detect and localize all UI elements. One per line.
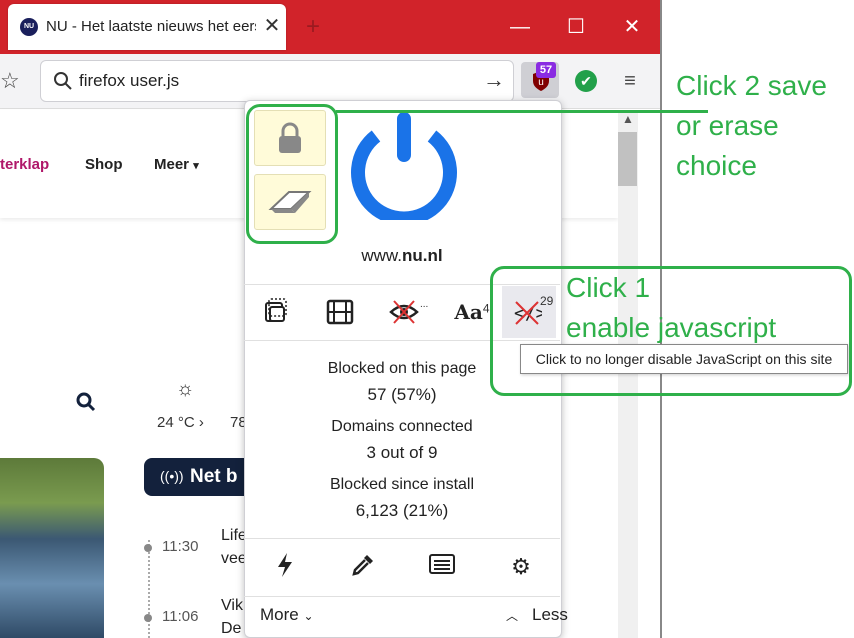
- eye-crossed-icon: ...: [389, 299, 428, 324]
- power-switch-icon[interactable]: [346, 110, 462, 220]
- timeline-line: [148, 540, 150, 638]
- nav-item[interactable]: terklap: [0, 156, 49, 173]
- browser-tab[interactable]: NU NU - Het laatste nieuws het eerst op …: [8, 4, 286, 50]
- annotation-line: or erase: [676, 110, 779, 141]
- annotation-click2: Click 2 save or erase choice: [676, 66, 827, 186]
- ublock-badge-count: 57: [536, 62, 556, 78]
- news-image[interactable]: [0, 458, 104, 638]
- lightning-icon[interactable]: [270, 552, 300, 582]
- annotation-connector: [336, 110, 708, 113]
- annotation-line: Click 1: [566, 272, 651, 303]
- more-button[interactable]: More ⌄: [260, 605, 314, 625]
- go-arrow-icon[interactable]: →: [481, 67, 507, 93]
- zap-icon: [278, 553, 292, 577]
- tab-title: NU - Het laatste nieuws het eerst op NU.…: [46, 18, 256, 35]
- headline[interactable]: vee: [221, 550, 247, 568]
- chevron-down-icon: ⌄: [303, 609, 314, 623]
- annotation-box-save-erase: [246, 104, 338, 244]
- broadcast-icon: ((•)): [160, 468, 184, 484]
- minimize-button[interactable]: —: [500, 10, 540, 44]
- headline[interactable]: De: [221, 620, 241, 638]
- nav-item-meer[interactable]: Meer ▾: [154, 156, 199, 173]
- media-blocking-toggle[interactable]: [322, 294, 358, 330]
- url-bar[interactable]: firefox user.js →: [40, 60, 514, 102]
- picker-icon: [352, 555, 373, 576]
- more-label: More: [260, 605, 299, 624]
- headline[interactable]: Vik: [221, 597, 243, 615]
- check-extension-icon[interactable]: ✔: [575, 70, 597, 92]
- search-icon: [54, 72, 72, 90]
- nu-favicon-icon: NU: [20, 18, 38, 36]
- timeline-time: 11:30: [162, 538, 199, 555]
- divider: [244, 596, 560, 597]
- eyedropper-icon[interactable]: [348, 552, 378, 582]
- chevron-down-icon: ▾: [193, 160, 199, 172]
- hostname-prefix: www.: [361, 246, 402, 265]
- svg-text:...: ...: [420, 299, 428, 310]
- site-hostname: www.nu.nl: [244, 246, 560, 266]
- timeline-dot: [144, 544, 152, 552]
- film-icon: [326, 299, 354, 325]
- maximize-button[interactable]: ☐: [556, 10, 596, 44]
- font-icon: Aa: [454, 300, 483, 324]
- url-text[interactable]: firefox user.js: [79, 71, 179, 91]
- chevron-up-icon: ︿: [506, 609, 519, 623]
- sun-icon: ☼: [176, 378, 195, 400]
- popup-window-icon: [265, 298, 287, 322]
- weather-temperature[interactable]: 24 °C ›: [157, 414, 204, 431]
- close-window-button[interactable]: ✕: [612, 10, 652, 44]
- headline[interactable]: Life: [221, 527, 247, 545]
- tab-close-icon[interactable]: ✕: [260, 14, 284, 38]
- divider: [244, 538, 560, 539]
- net-binnen-label: Net b: [190, 466, 238, 487]
- cosmetic-filter-toggle[interactable]: ...: [386, 294, 430, 330]
- hamburger-menu-icon[interactable]: ≡: [618, 68, 642, 94]
- scrollbar-thumb[interactable]: [618, 132, 637, 186]
- bookmark-star-icon[interactable]: ☆: [0, 66, 22, 96]
- stat-value: 3 out of 9: [366, 443, 438, 462]
- stat-label: Blocked since install: [329, 476, 475, 493]
- annotation-line: Click 2 save: [676, 70, 827, 101]
- hostname-domain: nu.nl: [402, 246, 443, 265]
- popup-blocking-toggle[interactable]: [258, 294, 294, 330]
- svg-text:u: u: [538, 77, 544, 88]
- annotation-line: enable javascript: [566, 312, 777, 343]
- timeline-time: 11:06: [162, 608, 199, 625]
- nav-meer-label: Meer: [154, 156, 190, 173]
- new-tab-button[interactable]: +: [300, 14, 326, 40]
- stat-value: 6,123 (21%): [355, 501, 449, 520]
- gears-icon[interactable]: ⚙: [506, 552, 536, 582]
- scroll-up-arrow-icon[interactable]: ▲: [618, 112, 638, 130]
- stat-label: Domains connected: [331, 418, 473, 435]
- logger-icon[interactable]: [427, 552, 457, 582]
- font-count: 4: [482, 301, 490, 316]
- less-button[interactable]: ︿ Less: [506, 605, 568, 625]
- less-label: Less: [532, 605, 568, 624]
- timeline-dot: [144, 614, 152, 622]
- annotation-click1: Click 1 enable javascript: [566, 268, 776, 348]
- remote-fonts-toggle[interactable]: Aa4: [452, 294, 492, 330]
- annotation-line: choice: [676, 150, 757, 181]
- page-search-icon[interactable]: [74, 390, 98, 414]
- nav-item-shop[interactable]: Shop: [85, 156, 123, 173]
- list-icon: [429, 554, 455, 574]
